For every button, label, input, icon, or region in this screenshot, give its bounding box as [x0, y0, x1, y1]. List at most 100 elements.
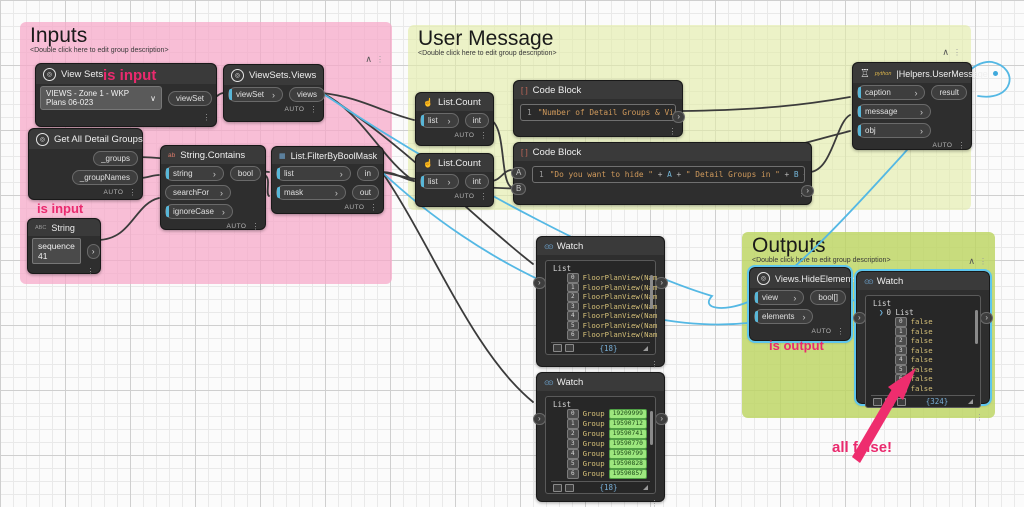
lacing-auto-label[interactable]: AUTO — [455, 132, 475, 139]
node-watch-views[interactable]: ⊙⊙ Watch › › List 0 FloorPlanView(Nam 1 Fl… — [533, 236, 668, 369]
port-out-viewset[interactable]: viewSet — [167, 90, 212, 106]
node-viewsets-views[interactable]: ◎ ViewSets.Views viewSet views AUTO ⋮ — [223, 64, 326, 122]
lacing-auto-label[interactable]: AUTO — [812, 328, 832, 335]
port-out-string[interactable]: › — [86, 243, 100, 259]
node-menu-icon[interactable]: ⋮ — [203, 113, 212, 122]
port-in-searchfor[interactable]: searchFor — [165, 185, 231, 200]
port-in-message[interactable]: message — [857, 104, 931, 119]
node-watch-false[interactable]: ⊙⊙ Watch › › List ❯ 0 List 0 false 1 false… — [853, 269, 993, 422]
port-in-A[interactable]: A — [511, 167, 527, 179]
node-string-input[interactable]: ABC String sequence 41 › ⋮ — [27, 218, 101, 276]
lacing-auto-label[interactable]: AUTO — [285, 106, 305, 113]
view-set-dropdown[interactable]: VIEWS - Zone 1 - WKP Plans 06-023 ∨ — [40, 86, 162, 110]
port-out-result[interactable]: result — [931, 85, 967, 100]
node-watch-groups[interactable]: ⊙⊙ Watch › › List 0 Group 19209999 1 Group 1… — [533, 372, 668, 507]
group-menu-icon[interactable]: ⋮ — [979, 257, 987, 266]
port-in-ignorecase[interactable]: ignoreCase — [165, 204, 233, 219]
node-code-block-2[interactable]: [ ] Code Block A B 1 "Do you want to hid… — [511, 142, 814, 205]
watch-scrollbar[interactable] — [650, 275, 653, 309]
node-helpers-user-message[interactable]: ♖ python |Helpers.UserMessage caption re… — [852, 62, 998, 150]
port-out-groups[interactable]: _groups — [93, 151, 138, 166]
resize-grip[interactable] — [643, 485, 648, 490]
port-out-code[interactable]: › — [672, 111, 685, 123]
port-in-watch[interactable]: › — [533, 277, 546, 289]
port-in-list[interactable]: list — [420, 113, 459, 128]
port-out-int[interactable]: int — [464, 113, 489, 128]
lacing-auto-label[interactable]: AUTO — [104, 189, 124, 196]
port-out-int[interactable]: int — [464, 174, 489, 189]
node-menu-icon[interactable]: ⋮ — [129, 188, 138, 197]
port-out-in[interactable]: in — [356, 166, 379, 181]
port-in-obj[interactable]: obj — [857, 123, 931, 138]
node-menu-icon[interactable]: ⋮ — [651, 499, 660, 507]
node-menu-icon[interactable]: ⋮ — [252, 222, 261, 231]
list-level-icons[interactable] — [553, 344, 574, 352]
port-in-watch[interactable]: › — [533, 413, 546, 425]
port-out-code[interactable]: › — [801, 185, 814, 197]
watch-scrollbar[interactable] — [975, 310, 978, 344]
watch-list-panel[interactable]: List 0 FloorPlanView(Nam 1 FloorPlanView(N… — [545, 260, 657, 355]
list-level-icons[interactable] — [553, 483, 574, 492]
port-in-string[interactable]: string — [165, 166, 224, 181]
node-menu-icon[interactable]: ⋮ — [837, 327, 846, 336]
port-in-list[interactable]: list — [420, 174, 459, 189]
watch-list-panel[interactable]: List 0 Group 19209999 1 Group 19590712 2 Grou… — [545, 396, 656, 494]
abc-icon: ABC — [35, 225, 47, 231]
node-menu-icon[interactable]: ⋮ — [370, 203, 379, 212]
group-menu-icon[interactable]: ⋮ — [953, 48, 961, 57]
node-title: Views.HideElements — [775, 273, 858, 284]
watch-list-panel[interactable]: List ❯ 0 List 0 false 1 false 2 false 3 fals… — [865, 295, 981, 408]
code-block-editor[interactable]: 1 "Do you want to hide " + A + " Detail … — [532, 166, 805, 183]
lacing-auto-label[interactable]: AUTO — [345, 204, 365, 211]
resize-grip[interactable] — [967, 399, 973, 404]
port-out-bool[interactable]: bool — [229, 166, 261, 181]
node-menu-icon[interactable]: ⋮ — [651, 360, 660, 369]
node-menu-icon[interactable]: ⋮ — [480, 131, 489, 140]
node-menu-icon[interactable]: ⋮ — [669, 127, 678, 136]
group-user-message-desc[interactable]: <Double click here to edit group descrip… — [408, 50, 971, 59]
group-outputs-desc[interactable]: <Double click here to edit group descrip… — [742, 257, 995, 266]
node-code-block-1[interactable]: [ ] Code Block 1 "Number of Detail Group… — [513, 80, 685, 137]
group-collapse-icon[interactable]: ∧ — [942, 47, 949, 58]
list-level-icons[interactable] — [873, 397, 906, 406]
lacing-auto-label[interactable]: AUTO — [227, 223, 247, 230]
port-out-bool-array[interactable]: bool[] — [810, 290, 846, 305]
watch-scrollbar[interactable] — [650, 411, 653, 445]
node-menu-icon[interactable]: ⋮ — [87, 267, 96, 276]
node-list-count-1[interactable]: ☝ List.Count list int AUTO ⋮ — [415, 92, 494, 146]
port-in-viewset[interactable]: viewSet — [228, 87, 284, 102]
code-block-editor[interactable]: 1 "Number of Detail Groups & Views"; — [520, 104, 676, 121]
node-get-all-detail-groups[interactable]: ◎ Get All Detail Groups _groups _groupNa… — [28, 128, 143, 200]
node-list-count-2[interactable]: ☝ List.Count list int AUTO ⋮ — [415, 153, 494, 207]
port-in-B[interactable]: B — [511, 183, 527, 195]
string-value-input[interactable]: sequence 41 — [32, 238, 81, 264]
port-out-groupnames[interactable]: _groupNames — [71, 170, 138, 185]
port-out-watch[interactable]: › — [655, 413, 668, 425]
node-string-contains[interactable]: ab String.Contains string bool searchFor… — [160, 145, 266, 231]
group-inputs-title: Inputs — [30, 24, 88, 47]
node-menu-icon[interactable]: ⋮ — [958, 141, 967, 150]
group-collapse-icon[interactable]: ∧ — [968, 256, 975, 267]
dynamo-canvas[interactable]: Inputs <Double click here to edit group … — [0, 0, 1024, 507]
port-in-view[interactable]: view — [754, 290, 805, 305]
port-in-caption[interactable]: caption — [857, 85, 926, 100]
node-filter-by-bool-mask[interactable]: ▦ List.FilterByBoolMask list in mask out… — [271, 146, 384, 214]
lacing-auto-label[interactable]: AUTO — [455, 193, 475, 200]
group-menu-icon[interactable]: ⋮ — [376, 55, 384, 64]
port-in-watch[interactable]: › — [853, 312, 866, 324]
node-menu-icon[interactable]: ⋮ — [480, 192, 489, 201]
port-out-watch[interactable]: › — [980, 312, 993, 324]
watch-sublist-label[interactable]: ❯ 0 List — [871, 308, 975, 317]
node-views-hide-elements[interactable]: ◎ Views.HideElements view bool[] element… — [747, 265, 857, 343]
port-in-elements[interactable]: elements — [754, 309, 814, 324]
node-menu-icon[interactable]: ⋮ — [310, 105, 319, 114]
port-in-mask[interactable]: mask — [276, 185, 346, 200]
resize-grip[interactable] — [643, 345, 648, 351]
port-in-list[interactable]: list — [276, 166, 351, 181]
port-out-views[interactable]: views — [289, 87, 326, 102]
port-out-out[interactable]: out — [351, 185, 379, 200]
node-menu-icon[interactable]: ⋮ — [976, 413, 985, 422]
lacing-auto-label[interactable]: AUTO — [933, 142, 953, 149]
group-inputs-desc[interactable]: <Double click here to edit group descrip… — [20, 47, 392, 56]
group-collapse-icon[interactable]: ∧ — [365, 54, 372, 65]
